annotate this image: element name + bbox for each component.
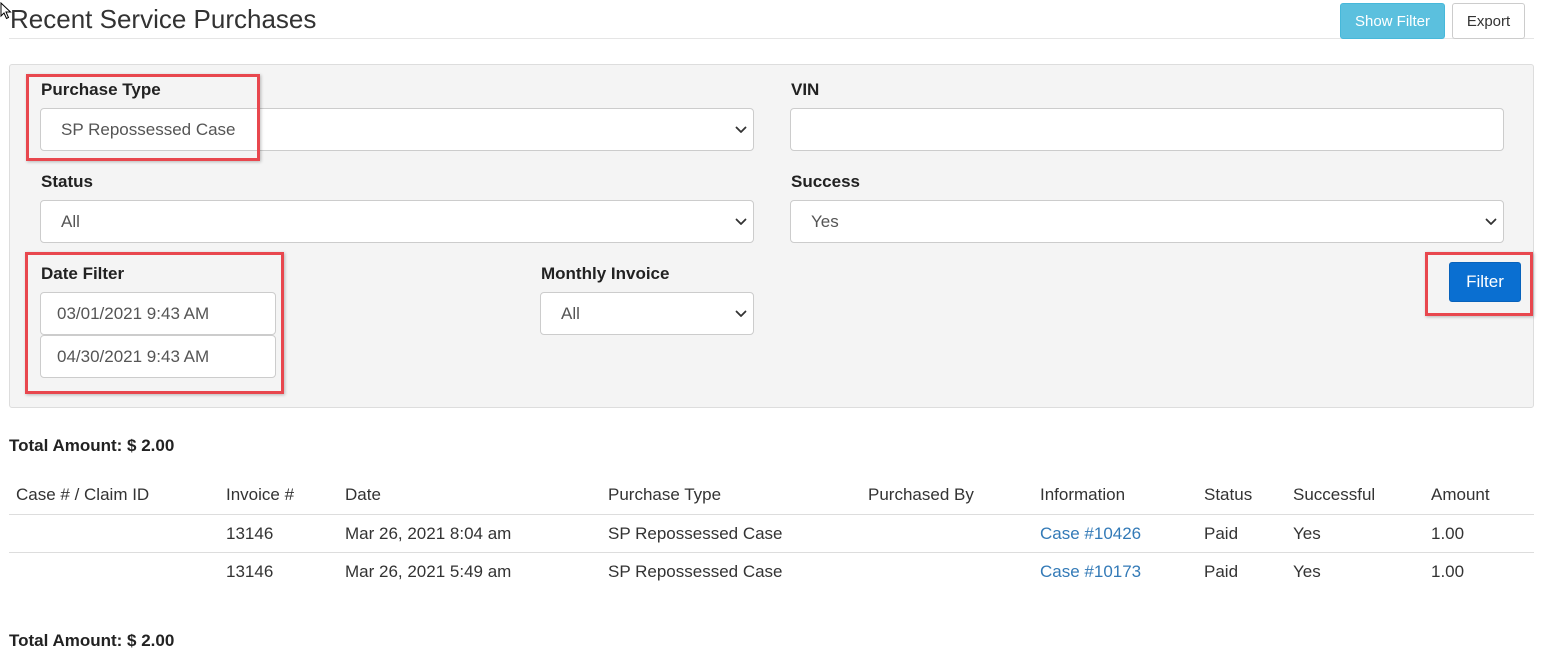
cell-purchase-type: SP Repossessed Case <box>608 561 783 581</box>
column-header-amount: Amount <box>1424 476 1534 515</box>
case-link[interactable]: Case #10173 <box>1040 562 1141 581</box>
monthly-invoice-label: Monthly Invoice <box>541 264 670 283</box>
table-row: 13146 Mar 26, 2021 5:49 am SP Repossesse… <box>9 553 1534 591</box>
cell-purchased-by <box>861 514 1033 553</box>
status-select[interactable]: All <box>40 200 754 243</box>
purchase-type-select[interactable]: SP Repossessed Case <box>40 108 754 151</box>
cell-case-claim <box>9 553 219 591</box>
purchases-table: Case # / Claim ID Invoice # Date Purchas… <box>9 476 1534 590</box>
cell-successful: Yes <box>1286 514 1424 553</box>
date-start-input[interactable]: 03/01/2021 9:43 AM <box>40 292 276 335</box>
cell-purchase-type: SP Repossessed Case <box>601 514 861 553</box>
total-amount-bottom: Total Amount: $ 2.00 <box>9 631 175 650</box>
success-select[interactable]: Yes <box>790 200 1504 243</box>
chevron-down-icon <box>735 126 747 133</box>
date-filter-label: Date Filter <box>41 264 125 283</box>
page-title: Recent Service Purchases <box>10 4 317 34</box>
column-header-status: Status <box>1197 476 1286 515</box>
filter-button[interactable]: Filter <box>1449 262 1521 302</box>
show-filter-button[interactable]: Show Filter <box>1340 3 1445 39</box>
chevron-down-icon <box>735 218 747 225</box>
success-value: Yes <box>811 211 839 231</box>
total-amount-top: Total Amount: $ 2.00 <box>9 436 175 455</box>
cell-information: Case #10426 <box>1033 514 1197 553</box>
vin-input[interactable] <box>790 108 1504 151</box>
cell-date: Mar 26, 2021 5:49 am <box>345 561 512 581</box>
table-row: 13146 Mar 26, 2021 8:04 am SP Repossesse… <box>9 514 1534 553</box>
column-header-invoice: Invoice # <box>219 476 338 515</box>
column-header-successful: Successful <box>1286 476 1424 515</box>
cell-status: Paid <box>1204 561 1239 581</box>
page: Recent Service Purchases Show Filter Exp… <box>0 0 1544 661</box>
column-header-case-claim: Case # / Claim ID <box>9 476 219 515</box>
column-header-purchased-by: Purchased By <box>861 476 1033 515</box>
cell-successful: Yes <box>1293 561 1321 581</box>
vin-label: VIN <box>791 80 820 99</box>
monthly-invoice-select[interactable]: All <box>540 292 754 335</box>
export-button[interactable]: Export <box>1452 3 1525 39</box>
cell-status: Paid <box>1197 514 1286 553</box>
column-header-purchase-type: Purchase Type <box>601 476 861 515</box>
cell-purchased-by <box>861 553 1033 591</box>
cell-invoice: 13146 <box>219 514 338 553</box>
filter-panel: Purchase Type SP Repossessed Case VIN St… <box>9 64 1534 408</box>
chevron-down-icon <box>1485 218 1497 225</box>
column-header-information: Information <box>1033 476 1197 515</box>
purchase-type-value: SP Repossessed Case <box>61 119 236 139</box>
status-value: All <box>61 211 80 231</box>
table-header-row: Case # / Claim ID Invoice # Date Purchas… <box>9 476 1534 515</box>
case-link[interactable]: Case #10426 <box>1040 524 1141 543</box>
cell-invoice: 13146 <box>226 561 274 581</box>
cell-date: Mar 26, 2021 8:04 am <box>338 514 601 553</box>
page-header: Recent Service Purchases <box>9 0 1534 39</box>
monthly-invoice-value: All <box>561 303 580 323</box>
purchase-type-label: Purchase Type <box>41 80 161 99</box>
date-end-input[interactable]: 04/30/2021 9:43 AM <box>40 335 276 378</box>
chevron-down-icon <box>735 310 747 317</box>
date-end-value: 04/30/2021 9:43 AM <box>57 346 210 366</box>
column-header-date: Date <box>338 476 601 515</box>
date-start-value: 03/01/2021 9:43 AM <box>57 303 210 323</box>
cell-amount: 1.00 <box>1424 514 1534 553</box>
cell-information: Case #10173 <box>1033 553 1197 591</box>
success-label: Success <box>791 172 860 191</box>
cell-amount: 1.00 <box>1431 561 1465 581</box>
status-label: Status <box>41 172 93 191</box>
cell-case-claim <box>9 514 219 553</box>
